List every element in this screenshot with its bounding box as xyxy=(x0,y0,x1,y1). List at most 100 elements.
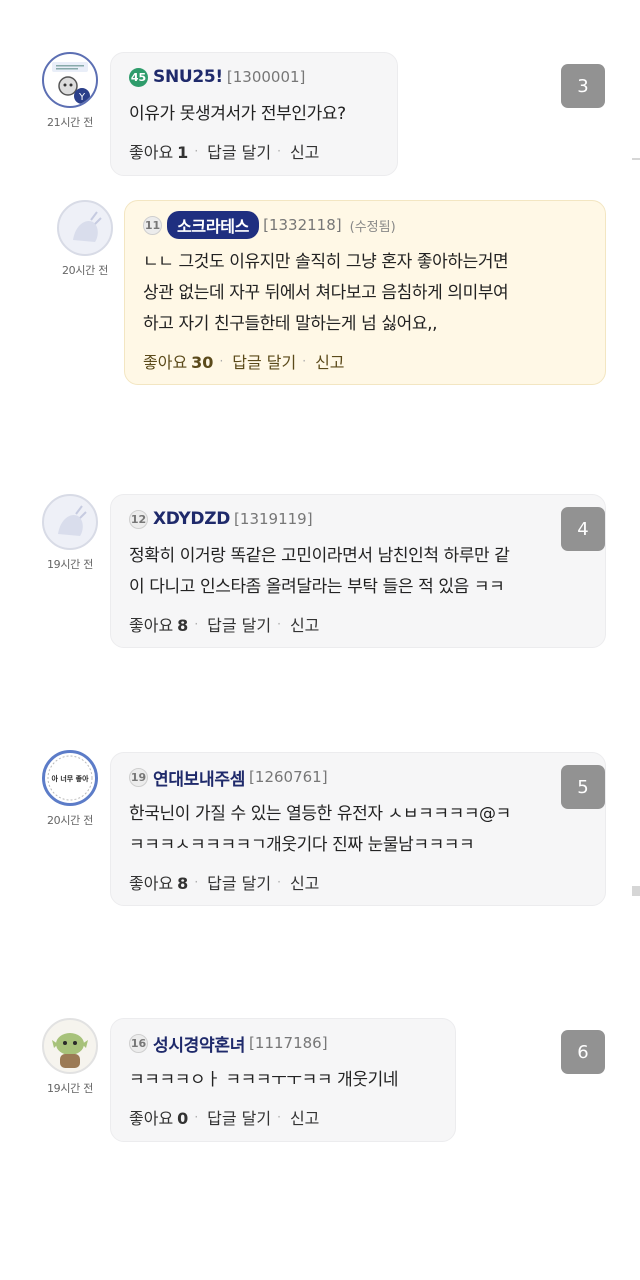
report-button[interactable]: 신고 xyxy=(290,612,319,636)
separator-dot: · xyxy=(277,617,281,631)
reply-button[interactable]: 답글 달기 xyxy=(207,870,271,894)
nickname[interactable]: 소크라테스 xyxy=(167,211,260,239)
comment-time: 19시간 전 xyxy=(46,558,94,571)
like-count: 8 xyxy=(177,874,189,893)
like-button[interactable]: 좋아요 8 xyxy=(129,612,188,636)
user-id: [1260761] xyxy=(249,768,328,786)
like-count: 8 xyxy=(177,616,189,635)
like-label: 좋아요 xyxy=(129,616,174,635)
comment-body: ㅋㅋㅋㅋㅇㅏ ㅋㅋㅋㅜㅜㅋㅋ 개웃기네 xyxy=(129,1065,439,1096)
comment-2-avatar-block: 20시간 전 xyxy=(40,200,130,278)
nickname[interactable]: XDYDZD xyxy=(153,509,230,529)
like-label: 좋아요 xyxy=(129,143,174,162)
separator-dot: · xyxy=(219,354,224,368)
comment-1-avatar-block: Y 21시간 전 xyxy=(25,52,115,130)
separator-dot: · xyxy=(277,144,281,158)
comment-body: ㄴㄴ 그것도 이유지만 솔직히 그냥 혼자 좋아하는거면 상관 없는데 자꾸 뒤… xyxy=(143,247,589,340)
comment-body: 한국닌이 가질 수 있는 열등한 유전자 ㅅㅂㅋㅋㅋㅋ@ㅋ ㅋㅋㅋㅅㅋㅋㅋㅋㄱ개… xyxy=(129,799,589,861)
default-avatar-icon xyxy=(73,211,102,242)
reply-button[interactable]: 답글 달기 xyxy=(232,349,296,373)
sticker-avatar-icon: Y xyxy=(52,62,90,104)
avatar[interactable]: Y xyxy=(42,52,98,108)
comment-line: ㅋㅋㅋㅅㅋㅋㅋㅋㄱ개웃기다 진짜 눈물남ㅋㅋㅋㅋ xyxy=(129,835,475,855)
comment-header: 19 연대보내주셈 [1260761] xyxy=(129,763,589,791)
separator-dot: · xyxy=(277,1110,281,1124)
avatar[interactable]: 아 너무 좋아 xyxy=(42,750,98,806)
like-button[interactable]: 좋아요 0 xyxy=(129,1105,188,1129)
separator-dot: · xyxy=(194,1110,199,1124)
reply-button[interactable]: 답글 달기 xyxy=(207,139,271,163)
comment-line: 정확히 이거랑 똑같은 고민이라면서 남친인척 하루만 같 xyxy=(129,546,510,566)
comment-line: ㅋㅋㅋㅋㅇㅏ ㅋㅋㅋㅜㅜㅋㅋ 개웃기네 xyxy=(129,1070,399,1090)
comment-time: 21시간 전 xyxy=(46,116,94,129)
user-id: [1319119] xyxy=(234,510,313,528)
default-avatar-icon xyxy=(58,505,87,536)
comment-5-avatar-block: 19시간 전 xyxy=(25,1018,115,1096)
comment-header: 12 XDYDZD [1319119] xyxy=(129,505,589,533)
comment-line: ㄴㄴ 그것도 이유지만 솔직히 그냥 혼자 좋아하는거면 xyxy=(143,252,509,272)
reply-button[interactable]: 답글 달기 xyxy=(207,1105,271,1129)
nickname[interactable]: 연대보내주셈 xyxy=(153,765,245,790)
like-label: 좋아요 xyxy=(143,353,188,372)
comment-1-bubble: 45 SNU25! [1300001] 이유가 못생겨서가 전부인가요? 좋아요… xyxy=(110,52,398,176)
user-id: [1332118] xyxy=(263,216,342,234)
comment-actions: 좋아요 1 · 답글 달기 · 신고 xyxy=(129,136,381,166)
comment-body: 이유가 못생겨서가 전부인가요? xyxy=(129,99,381,130)
avatar-sticker-text: 아 너무 좋아 xyxy=(51,774,89,783)
reply-button[interactable]: 답글 달기 xyxy=(207,612,271,636)
comment-line: 이유가 못생겨서가 전부인가요? xyxy=(129,104,346,124)
level-badge: 11 xyxy=(143,215,162,235)
separator-dot: · xyxy=(194,144,199,158)
comment-thread: Y 21시간 전 45 SNU25! [1300001] 이유가 못생겨서가 전… xyxy=(0,0,640,1280)
comment-header: 16 성시경약혼녀 [1117186] xyxy=(129,1029,439,1057)
comment-4-bubble: 19 연대보내주셈 [1260761] 한국닌이 가질 수 있는 열등한 유전자… xyxy=(110,752,606,906)
comment-2-bubble: 11 소크라테스 [1332118] (수정됨) ㄴㄴ 그것도 이유지만 솔직히… xyxy=(124,200,606,385)
like-button[interactable]: 좋아요 1 xyxy=(129,139,188,163)
page-number-badge: 3 xyxy=(561,64,605,108)
comment-actions: 좋아요 8 · 답글 달기 · 신고 xyxy=(129,867,589,897)
level-badge: 16 xyxy=(129,1033,148,1053)
comment-time: 19시간 전 xyxy=(46,1082,94,1095)
edited-label: (수정됨) xyxy=(349,219,396,235)
comment-time: 20시간 전 xyxy=(46,814,94,827)
comment-actions: 좋아요 8 · 답글 달기 · 신고 xyxy=(129,609,589,639)
like-count: 0 xyxy=(177,1109,189,1128)
report-button[interactable]: 신고 xyxy=(290,139,319,163)
report-button[interactable]: 신고 xyxy=(290,870,319,894)
comment-3-avatar-block: 19시간 전 xyxy=(25,494,115,572)
edge-mark xyxy=(632,886,640,896)
like-count: 1 xyxy=(177,143,189,162)
sticker-avatar-icon: 아 너무 좋아 xyxy=(47,755,93,801)
like-button[interactable]: 좋아요 30 xyxy=(143,349,213,373)
nickname[interactable]: 성시경약혼녀 xyxy=(153,1031,245,1056)
like-label: 좋아요 xyxy=(129,874,174,893)
page-number-badge: 5 xyxy=(561,765,605,809)
level-badge: 12 xyxy=(129,509,148,529)
level-badge: 19 xyxy=(129,767,148,787)
comment-actions: 좋아요 30 · 답글 달기 · 신고 xyxy=(143,346,589,376)
comment-4-avatar-block: 아 너무 좋아 20시간 전 xyxy=(25,750,115,828)
page-number-badge: 4 xyxy=(561,507,605,551)
page-number-badge: 6 xyxy=(561,1030,605,1074)
user-id: [1117186] xyxy=(249,1034,328,1052)
comment-line: 이 다니고 인스타좀 올려달라는 부탁 들은 적 있음 ㅋㅋ xyxy=(129,577,505,597)
like-button[interactable]: 좋아요 8 xyxy=(129,870,188,894)
comment-actions: 좋아요 0 · 답글 달기 · 신고 xyxy=(129,1102,439,1132)
comment-line: 한국닌이 가질 수 있는 열등한 유전자 ㅅㅂㅋㅋㅋㅋ@ㅋ xyxy=(129,804,511,824)
comment-body: 정확히 이거랑 똑같은 고민이라면서 남친인척 하루만 같 이 다니고 인스타좀… xyxy=(129,541,589,603)
character-avatar-icon xyxy=(52,1033,88,1068)
separator-dot: · xyxy=(277,875,281,889)
like-label: 좋아요 xyxy=(129,1109,174,1128)
separator-dot: · xyxy=(194,875,199,889)
avatar[interactable] xyxy=(42,1018,98,1074)
report-button[interactable]: 신고 xyxy=(290,1105,319,1129)
comment-line: 상관 없는데 자꾸 뒤에서 쳐다보고 음침하게 의미부여 xyxy=(143,283,509,303)
nickname[interactable]: SNU25! xyxy=(153,67,223,87)
avatar[interactable] xyxy=(42,494,98,550)
comment-5-bubble: 16 성시경약혼녀 [1117186] ㅋㅋㅋㅋㅇㅏ ㅋㅋㅋㅜㅜㅋㅋ 개웃기네 … xyxy=(110,1018,456,1142)
report-button[interactable]: 신고 xyxy=(315,349,344,373)
avatar[interactable] xyxy=(57,200,113,256)
svg-text:Y: Y xyxy=(78,92,86,103)
separator-dot: · xyxy=(302,354,307,368)
comment-header: 45 SNU25! [1300001] xyxy=(129,63,381,91)
